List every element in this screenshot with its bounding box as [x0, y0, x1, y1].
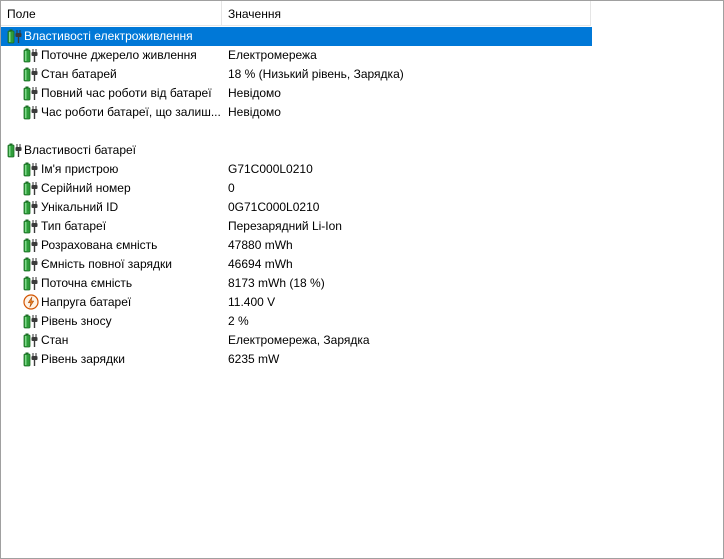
property-row[interactable]: Рівень зносу 2 %: [1, 312, 591, 331]
property-field: Стан батарей: [41, 67, 117, 81]
property-value: 2 %: [228, 314, 249, 328]
property-row[interactable]: Напруга батареї 11.400 V: [1, 293, 591, 312]
property-field: Рівень зарядки: [41, 352, 125, 366]
property-value: G71C000L0210: [228, 162, 313, 176]
property-value: 18 % (Низький рівень, Зарядка): [228, 67, 404, 81]
property-value: 6235 mW: [228, 352, 280, 366]
property-row[interactable]: Час роботи батареї, що залиш... Невідомо: [1, 103, 591, 122]
battery-plug-icon: [23, 47, 39, 63]
property-value: 46694 mWh: [228, 257, 293, 271]
property-row[interactable]: Рівень зарядки 6235 mW: [1, 350, 591, 369]
property-value: Електромережа, Зарядка: [228, 333, 370, 347]
property-field: Серійний номер: [41, 181, 131, 195]
battery-plug-icon: [23, 237, 39, 253]
list-header: Поле Значення: [1, 1, 591, 26]
battery-plug-icon: [23, 275, 39, 291]
property-field: Час роботи батареї, що залиш...: [41, 105, 221, 119]
property-value: Перезарядний Li-Ion: [228, 219, 342, 233]
battery-plug-icon: [23, 313, 39, 329]
voltage-icon: [23, 294, 39, 310]
property-field: Ім'я пристрою: [41, 162, 119, 176]
property-row[interactable]: Тип батареї Перезарядний Li-Ion: [1, 217, 591, 236]
group-row[interactable]: Властивості електроживлення: [1, 27, 592, 46]
battery-plug-icon: [23, 104, 39, 120]
property-field: Стан: [41, 333, 69, 347]
group-label: Властивості електроживлення: [24, 29, 193, 43]
column-header-field[interactable]: Поле: [1, 1, 222, 25]
battery-plug-icon: [23, 332, 39, 348]
property-row[interactable]: Розрахована ємність 47880 mWh: [1, 236, 591, 255]
property-row[interactable]: Унікальний ID 0G71C000L0210: [1, 198, 591, 217]
property-row[interactable]: Стан Електромережа, Зарядка: [1, 331, 591, 350]
battery-plug-icon: [7, 142, 23, 158]
battery-plug-icon: [23, 85, 39, 101]
group-row[interactable]: Властивості батареї: [1, 141, 591, 160]
column-header-value[interactable]: Значення: [222, 1, 591, 25]
list-rows: Властивості електроживлення Поточне джере…: [1, 27, 592, 369]
property-value: Електромережа: [228, 48, 317, 62]
property-value: 0G71C000L0210: [228, 200, 320, 214]
battery-plug-icon: [23, 161, 39, 177]
property-row[interactable]: Поточна ємність 8173 mWh (18 %): [1, 274, 591, 293]
property-value: 0: [228, 181, 235, 195]
property-field: Повний час роботи від батареї: [41, 86, 212, 100]
battery-plug-icon: [7, 28, 23, 44]
property-field: Унікальний ID: [41, 200, 119, 214]
battery-plug-icon: [23, 66, 39, 82]
property-field: Поточна ємність: [41, 276, 133, 290]
property-field: Розрахована ємність: [41, 238, 158, 252]
property-row[interactable]: Ємність повної зарядки 46694 mWh: [1, 255, 591, 274]
property-value: 47880 mWh: [228, 238, 293, 252]
battery-plug-icon: [23, 199, 39, 215]
property-field: Напруга батареї: [41, 295, 132, 309]
property-value: Невідомо: [228, 105, 281, 119]
property-row[interactable]: Серійний номер 0: [1, 179, 591, 198]
property-field: Ємність повної зарядки: [41, 257, 172, 271]
battery-plug-icon: [23, 351, 39, 367]
property-row[interactable]: Повний час роботи від батареї Невідомо: [1, 84, 591, 103]
property-field: Поточне джерело живлення: [41, 48, 197, 62]
property-field: Тип батареї: [41, 219, 107, 233]
property-value: 11.400 V: [228, 295, 276, 309]
group-label: Властивості батареї: [24, 143, 137, 157]
battery-plug-icon: [23, 180, 39, 196]
battery-plug-icon: [23, 256, 39, 272]
properties-list-view: Поле Значення Властивості електроживленн…: [0, 0, 724, 559]
property-row[interactable]: Ім'я пристрою G71C000L0210: [1, 160, 591, 179]
property-row[interactable]: Стан батарей 18 % (Низький рівень, Зарядк…: [1, 65, 591, 84]
property-value: 8173 mWh (18 %): [228, 276, 325, 290]
property-field: Рівень зносу: [41, 314, 112, 328]
battery-plug-icon: [23, 218, 39, 234]
property-value: Невідомо: [228, 86, 281, 100]
property-row[interactable]: Поточне джерело живлення Електромережа: [1, 46, 591, 65]
